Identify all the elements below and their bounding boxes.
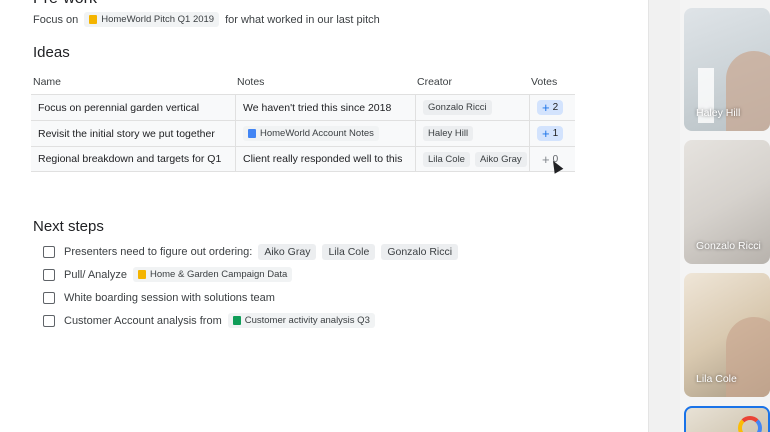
participant-video: [726, 51, 770, 131]
checklist: Presenters need to figure out ordering: …: [43, 240, 459, 332]
idea-votes: + 1: [529, 121, 575, 146]
idea-name[interactable]: Revisit the initial story we put togethe…: [31, 121, 235, 146]
section-title-next-steps: Next steps: [33, 218, 104, 235]
participant-panel: Haley Hill Gonzalo Ricci Lila Cole: [684, 0, 770, 432]
checklist-text: Pull/ Analyze: [64, 268, 127, 281]
idea-name[interactable]: Regional breakdown and targets for Q1: [31, 147, 235, 171]
participant-name: Gonzalo Ricci: [696, 240, 761, 252]
checklist-text: Customer Account analysis from: [64, 314, 222, 327]
vote-count: 1: [552, 128, 559, 139]
vote-button[interactable]: + 1: [537, 126, 564, 141]
header-creator: Creator: [417, 76, 453, 88]
vote-button[interactable]: + 2: [537, 100, 564, 115]
idea-name[interactable]: Focus on perennial garden vertical: [31, 95, 235, 120]
checkbox[interactable]: [43, 268, 55, 281]
doc-chip-label: Home & Garden Campaign Data: [149, 269, 288, 280]
focus-line: Focus on HomeWorld Pitch Q1 2019 for wha…: [33, 12, 380, 27]
docs-icon: [89, 15, 98, 24]
person-chip[interactable]: Lila Cole: [423, 151, 470, 167]
doc-chip-account-notes[interactable]: HomeWorld Account Notes: [243, 126, 379, 141]
sheets-icon: [232, 316, 241, 325]
participant-tile[interactable]: Lila Cole: [684, 273, 770, 397]
participant-video: [726, 317, 770, 397]
idea-votes: + 2: [529, 95, 575, 120]
doc-chip-campaign-data[interactable]: Home & Garden Campaign Data: [132, 267, 293, 282]
idea-notes[interactable]: Client really responded well to this: [235, 147, 415, 171]
participant-tile-active[interactable]: [684, 406, 770, 432]
idea-creator: Haley Hill: [415, 121, 529, 146]
docs-icon: [137, 270, 146, 279]
idea-creator: Lila Cole Aiko Gray: [415, 147, 529, 171]
person-chip[interactable]: Aiko Gray: [474, 151, 527, 167]
person-chip[interactable]: Lila Cole: [322, 243, 376, 260]
idea-creator: Gonzalo Ricci: [415, 95, 529, 120]
participant-tile[interactable]: Haley Hill: [684, 8, 770, 131]
checklist-item: Customer Account analysis from Customer …: [43, 309, 458, 332]
person-chip[interactable]: Aiko Gray: [258, 243, 317, 260]
checkbox[interactable]: [43, 291, 55, 304]
sheet-chip-label: Customer activity analysis Q3: [244, 315, 370, 326]
table-row: Regional breakdown and targets for Q1 Cl…: [31, 146, 575, 172]
person-chip[interactable]: Gonzalo Ricci: [423, 100, 492, 115]
table-row: Revisit the initial story we put togethe…: [31, 120, 575, 146]
checklist-text: White boarding session with solutions te…: [64, 291, 275, 304]
checkbox[interactable]: [43, 245, 55, 258]
sheet-chip-activity-analysis[interactable]: Customer activity analysis Q3: [227, 313, 375, 328]
participant-tile[interactable]: Gonzalo Ricci: [684, 140, 770, 264]
section-title-ideas: Ideas: [33, 44, 70, 61]
checkbox[interactable]: [43, 314, 55, 327]
focus-suffix: for what worked in our last pitch: [225, 13, 380, 26]
checklist-text: Presenters need to figure out ordering:: [64, 245, 253, 258]
checklist-item: Presenters need to figure out ordering: …: [43, 240, 459, 263]
focus-prefix: Focus on: [33, 13, 79, 26]
document-icon: [248, 129, 256, 138]
header-name: Name: [33, 76, 62, 88]
checklist-item: White boarding session with solutions te…: [43, 286, 458, 309]
google-logo-icon: [738, 416, 762, 432]
table-header: Name Notes Creator Votes: [31, 70, 575, 94]
idea-notes[interactable]: HomeWorld Account Notes: [235, 121, 415, 146]
idea-notes[interactable]: We haven't tried this since 2018: [235, 95, 415, 120]
participant-name: Haley Hill: [696, 107, 741, 119]
scroll-gutter[interactable]: [648, 0, 680, 432]
plus-icon: +: [542, 126, 550, 141]
participant-name: Lila Cole: [696, 373, 737, 385]
checklist-item: Pull/ Analyze Home & Garden Campaign Dat…: [43, 263, 458, 286]
person-chip[interactable]: Gonzalo Ricci: [381, 243, 459, 260]
doc-chip-label: HomeWorld Account Notes: [260, 128, 374, 139]
plus-icon: +: [542, 100, 550, 115]
vote-count: 2: [552, 102, 559, 113]
doc-chip-label: HomeWorld Pitch Q1 2019: [101, 14, 215, 25]
header-votes: Votes: [531, 76, 558, 88]
doc-chip-homeworld-pitch[interactable]: HomeWorld Pitch Q1 2019: [84, 12, 220, 27]
table-row: Focus on perennial garden vertical We ha…: [31, 94, 575, 120]
document-canvas: Pre-work Focus on HomeWorld Pitch Q1 201…: [0, 0, 648, 432]
header-notes: Notes: [237, 76, 265, 88]
ideas-table: Name Notes Creator Votes Focus on perenn…: [31, 70, 575, 172]
person-chip[interactable]: Haley Hill: [423, 126, 474, 141]
section-title-prework: Pre-work: [33, 0, 97, 8]
